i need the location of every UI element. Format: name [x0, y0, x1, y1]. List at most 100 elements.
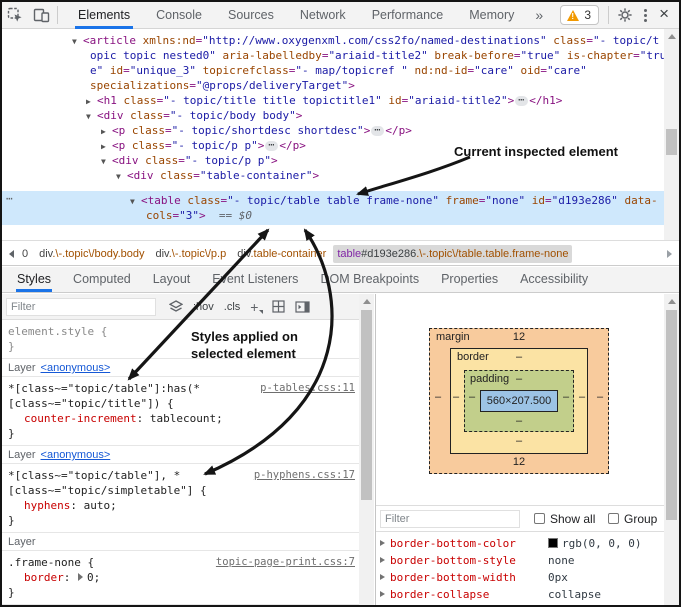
- expand-icon[interactable]: [380, 591, 385, 597]
- computed-property-row[interactable]: border-image-outset0: [376, 603, 679, 605]
- css-property[interactable]: counter-increment: tablecount;: [8, 411, 359, 426]
- row-options-icon[interactable]: ⋯: [6, 191, 14, 206]
- css-property[interactable]: border: 0;: [8, 570, 359, 585]
- expand-icon[interactable]: [380, 574, 385, 580]
- rendering-grid-icon[interactable]: [272, 300, 285, 313]
- tree-toggle-icon[interactable]: ▼: [116, 169, 127, 183]
- scrollbar-thumb[interactable]: [361, 310, 372, 500]
- tab-computed[interactable]: Computed: [62, 267, 142, 292]
- tab-event-listeners[interactable]: Event Listeners: [201, 267, 309, 292]
- tab-accessibility[interactable]: Accessibility: [509, 267, 599, 292]
- new-style-rule-button[interactable]: +: [250, 299, 262, 315]
- rule-selector[interactable]: *[class~="topic/table"], *p-hyphens.css:…: [8, 468, 359, 483]
- tab-properties[interactable]: Properties: [430, 267, 509, 292]
- layer-link[interactable]: <anonymous>: [41, 362, 111, 374]
- scroll-up-icon[interactable]: [668, 34, 676, 39]
- dom-tree-line[interactable]: ▶<h1 class="- topic/title title topictit…: [2, 93, 679, 108]
- tree-toggle-icon[interactable]: ▼: [72, 34, 83, 48]
- rule-selector[interactable]: [class~="topic/simpletable"] {: [8, 483, 359, 498]
- dom-tree-line[interactable]: ▼<div class="- topic/body body">: [2, 108, 679, 123]
- computed-filter-input[interactable]: [380, 510, 520, 528]
- breadcrumb-right-icon[interactable]: [667, 250, 672, 258]
- issues-badge[interactable]: 3: [560, 5, 599, 25]
- stylesheet-link[interactable]: p-tables.css:11: [260, 381, 355, 396]
- breadcrumb-left-icon[interactable]: [9, 250, 14, 258]
- expand-icon[interactable]: [380, 557, 385, 563]
- stylesheet-link[interactable]: p-hyphens.css:17: [254, 468, 355, 483]
- scroll-up-icon[interactable]: [363, 299, 371, 304]
- rule-selector[interactable]: .frame-none {topic-page-print.css:7: [8, 555, 359, 570]
- expand-icon[interactable]: [380, 540, 385, 546]
- dom-tree-line[interactable]: cols="3"> == $0: [2, 208, 664, 223]
- expand-icon[interactable]: [78, 573, 83, 581]
- rule-selector[interactable]: *[class~="topic/table"]:has(*p-tables.cs…: [8, 381, 359, 396]
- tab-elements[interactable]: Elements: [65, 2, 143, 29]
- dom-tree-line[interactable]: ▶<p class="- topic/p p">⋯</p>: [2, 138, 679, 153]
- scroll-up-icon[interactable]: [668, 299, 676, 304]
- dom-tree-line[interactable]: ▼<table class="- topic/table table frame…: [2, 193, 664, 208]
- tab-styles[interactable]: Styles: [6, 267, 62, 292]
- dom-tree-line[interactable]: ▼<div class="table-container">: [2, 168, 679, 183]
- ellipsis-badge[interactable]: ⋯: [515, 96, 528, 106]
- tab-memory[interactable]: Memory: [456, 2, 527, 29]
- more-tabs-icon[interactable]: »: [527, 7, 551, 23]
- selected-element-row[interactable]: ⋯▼<table class="- topic/table table fram…: [2, 191, 664, 225]
- scrollbar-thumb[interactable]: [666, 129, 677, 155]
- styles-filter-input[interactable]: [6, 298, 156, 316]
- device-toolbar-icon[interactable]: [28, 2, 54, 28]
- breadcrumb-item[interactable]: div.\-.topic\/p.p: [152, 245, 231, 263]
- dom-scrollbar[interactable]: [664, 29, 679, 240]
- breadcrumb-items: 0div.\-.topic\/body.bodydiv.\-.topic\/p.…: [18, 245, 575, 263]
- css-property[interactable]: hyphens: auto;: [8, 498, 359, 513]
- tree-toggle-icon[interactable]: ▶: [101, 124, 112, 138]
- tab-dom-breakpoints[interactable]: DOM Breakpoints: [309, 267, 430, 292]
- kebab-menu-icon[interactable]: [638, 9, 653, 22]
- tree-toggle-icon[interactable]: ▼: [101, 154, 112, 168]
- tab-sources[interactable]: Sources: [215, 2, 287, 29]
- ellipsis-badge[interactable]: ⋯: [371, 126, 384, 136]
- tree-toggle-icon[interactable]: ▶: [86, 94, 97, 108]
- sidebar-toggle-icon[interactable]: [295, 301, 310, 313]
- stylesheet-link[interactable]: topic-page-print.css:7: [216, 555, 355, 570]
- dom-tree-line[interactable]: ▼<article xmlns:nd="http://www.oxygenxml…: [2, 33, 679, 48]
- close-icon[interactable]: ×: [653, 4, 679, 26]
- computed-property-row[interactable]: border-bottom-stylenone: [376, 552, 679, 569]
- box-model-content[interactable]: 560×207.500: [480, 390, 558, 412]
- rule-selector[interactable]: [class~="topic/title"]) {: [8, 396, 359, 411]
- toggle-hover-state-button[interactable]: :hov: [193, 301, 214, 313]
- tab-console[interactable]: Console: [143, 2, 215, 29]
- breadcrumb-item[interactable]: div.table-container: [233, 245, 330, 263]
- layer-link[interactable]: <anonymous>: [41, 449, 111, 461]
- checkbox-icon[interactable]: [534, 513, 545, 524]
- tree-toggle-icon[interactable]: ▼: [86, 109, 97, 123]
- right-pane-scrollbar[interactable]: [664, 294, 679, 605]
- tab-network[interactable]: Network: [287, 2, 359, 29]
- inspect-element-icon[interactable]: [2, 2, 28, 28]
- element-classes-button[interactable]: .cls: [224, 301, 241, 313]
- dom-tree-line[interactable]: ▼<div class="- topic/p p">: [2, 153, 679, 168]
- checkbox-icon[interactable]: [608, 513, 619, 524]
- breadcrumb-item[interactable]: div.\-.topic\/body.body: [35, 245, 148, 263]
- tab-performance[interactable]: Performance: [359, 2, 457, 29]
- styles-scrollbar[interactable]: [359, 294, 374, 605]
- scrollbar-thumb[interactable]: [666, 310, 677, 520]
- dom-tree-line[interactable]: specializations="@props/deliveryTarget">: [2, 78, 679, 93]
- computed-property-row[interactable]: border-collapsecollapse: [376, 586, 679, 603]
- tab-layout[interactable]: Layout: [142, 267, 202, 292]
- settings-gear-icon[interactable]: [612, 2, 638, 28]
- computed-property-row[interactable]: border-bottom-width0px: [376, 569, 679, 586]
- tree-toggle-icon[interactable]: ▶: [101, 139, 112, 153]
- breadcrumb-item[interactable]: table#d193e286.\-.topic\/table.table.fra…: [333, 245, 572, 263]
- tree-toggle-icon[interactable]: ▼: [130, 194, 141, 208]
- ellipsis-badge[interactable]: ⋯: [265, 141, 278, 151]
- group-checkbox[interactable]: Group: [608, 512, 657, 526]
- rule-selector[interactable]: element.style {: [8, 324, 359, 339]
- css-layers-icon[interactable]: [169, 300, 183, 313]
- computed-property-row[interactable]: border-bottom-colorrgb(0, 0, 0): [376, 535, 679, 552]
- breadcrumb-item[interactable]: 0: [18, 245, 32, 263]
- show-all-checkbox[interactable]: Show all: [534, 512, 595, 526]
- dom-tree-line[interactable]: ▶<p class="- topic/shortdesc shortdesc">…: [2, 123, 679, 138]
- dom-tree-line[interactable]: e" id="unique_3" topicrefclass="- map/to…: [2, 63, 679, 78]
- dom-tree-line[interactable]: opic topic nested0" aria-labelledby="ari…: [2, 48, 679, 63]
- code-token: >: [556, 94, 563, 107]
